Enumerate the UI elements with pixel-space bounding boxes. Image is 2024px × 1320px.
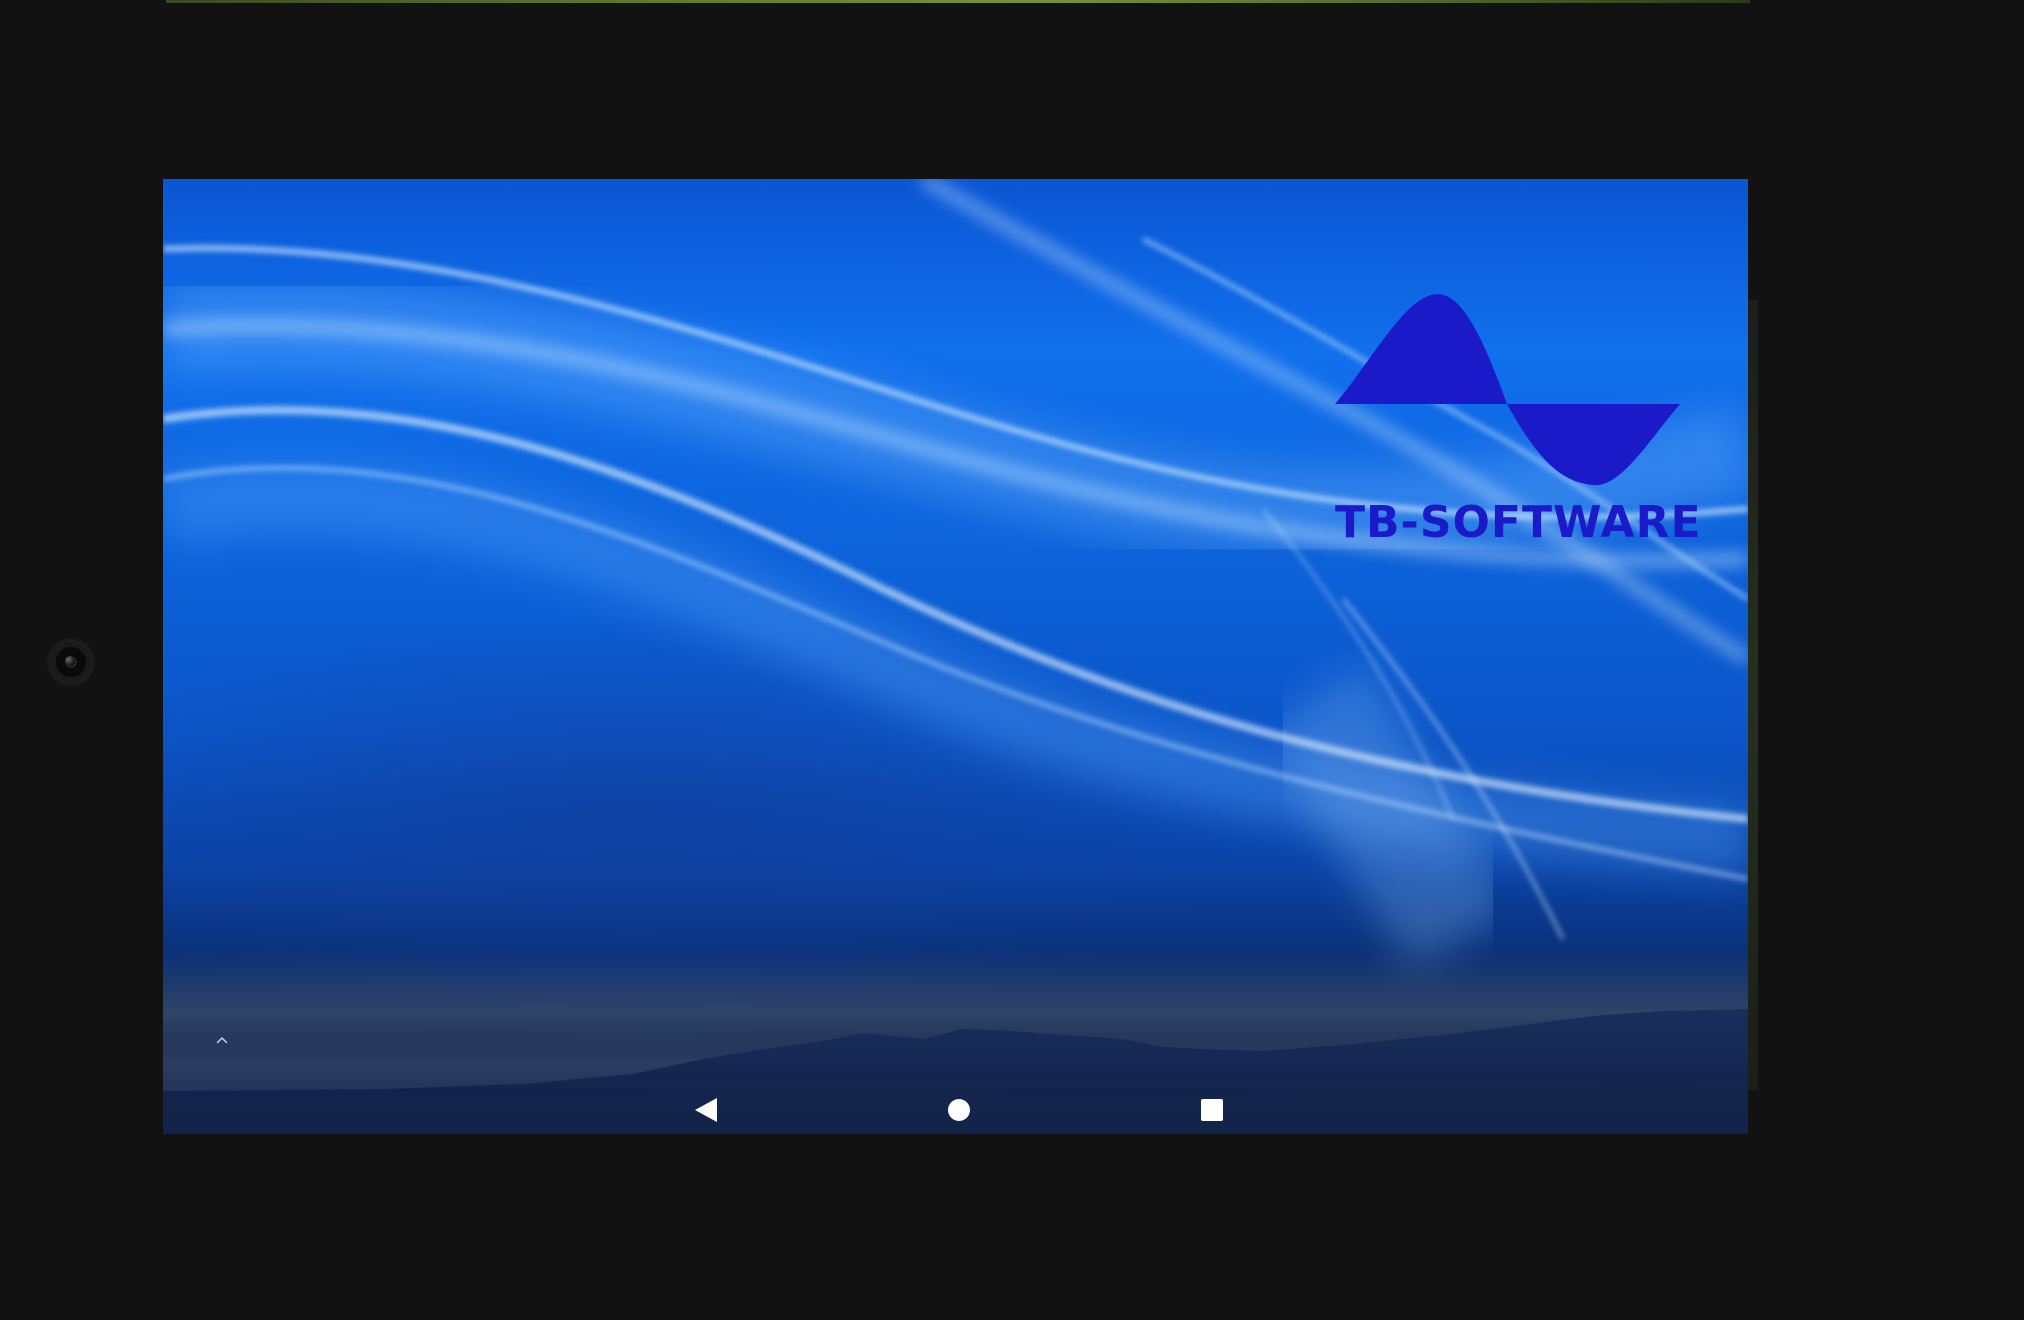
- home-icon[interactable]: [939, 1090, 979, 1130]
- home-screen[interactable]: TB-SOFTWARE: [163, 179, 1748, 1134]
- back-icon[interactable]: [686, 1090, 726, 1130]
- tablet-right-edge: [1748, 300, 1758, 1090]
- tablet-bezel: TB-SOFTWARE: [0, 0, 2024, 1320]
- company-name: TB-SOFTWARE: [1335, 497, 1702, 548]
- front-camera-icon: [49, 640, 93, 684]
- navigation-bar: [163, 1084, 1748, 1134]
- chevron-up-icon[interactable]: [207, 1029, 237, 1053]
- recents-icon[interactable]: [1192, 1090, 1232, 1130]
